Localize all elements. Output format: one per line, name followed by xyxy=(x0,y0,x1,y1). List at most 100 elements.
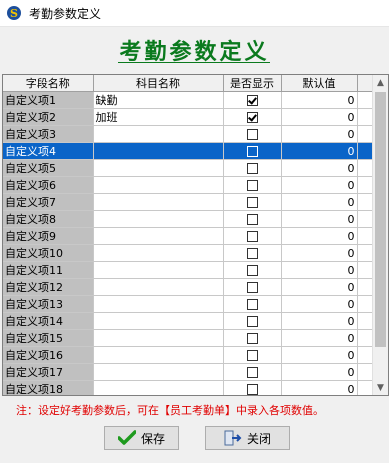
show-checkbox[interactable] xyxy=(246,112,258,123)
default-value-cell[interactable]: 0 xyxy=(281,295,358,313)
subject-name-cell[interactable] xyxy=(93,312,224,330)
grid-row[interactable]: 自定义项5 0 xyxy=(3,159,374,177)
default-value-cell[interactable]: 0 xyxy=(281,227,358,245)
scroll-down-arrow-icon[interactable]: ▼ xyxy=(373,380,388,395)
subject-name-cell[interactable]: 加班 xyxy=(93,108,224,126)
subject-name-cell[interactable] xyxy=(93,346,224,364)
subject-name-cell[interactable] xyxy=(93,363,224,381)
show-cell xyxy=(223,125,282,143)
grid-row[interactable]: 自定义项8 0 xyxy=(3,210,374,228)
grid-row[interactable]: 自定义项9 0 xyxy=(3,227,374,245)
grid-row[interactable]: 自定义项15 0 xyxy=(3,329,374,347)
show-checkbox[interactable] xyxy=(246,316,258,327)
grid-row[interactable]: 自定义项14 0 xyxy=(3,312,374,330)
subject-name-cell[interactable] xyxy=(93,125,224,143)
default-value-cell[interactable]: 0 xyxy=(281,278,358,296)
default-value-cell[interactable]: 0 xyxy=(281,380,358,395)
grid-row[interactable]: 自定义项18 0 xyxy=(3,380,374,395)
show-checkbox[interactable] xyxy=(246,265,258,276)
grid-row[interactable]: 自定义项12 0 xyxy=(3,278,374,296)
show-checkbox[interactable] xyxy=(246,95,258,106)
grid-row[interactable]: 自定义项17 0 xyxy=(3,363,374,381)
field-name-cell: 自定义项17 xyxy=(3,363,94,381)
show-checkbox[interactable] xyxy=(246,350,258,361)
vertical-scrollbar[interactable]: ▲ ▼ xyxy=(372,75,388,395)
show-checkbox[interactable] xyxy=(246,197,258,208)
row-filler-cell xyxy=(357,329,374,347)
default-value-cell[interactable]: 0 xyxy=(281,363,358,381)
show-checkbox[interactable] xyxy=(246,146,258,157)
show-checkbox[interactable] xyxy=(246,367,258,378)
default-value-cell[interactable]: 0 xyxy=(281,312,358,330)
field-name-cell: 自定义项1 xyxy=(3,91,94,109)
row-filler-cell xyxy=(357,210,374,228)
subject-name-cell[interactable] xyxy=(93,261,224,279)
subject-name-cell[interactable] xyxy=(93,227,224,245)
scroll-up-arrow-icon[interactable]: ▲ xyxy=(373,75,388,90)
subject-name-cell[interactable] xyxy=(93,295,224,313)
subject-name-cell[interactable] xyxy=(93,176,224,194)
subject-name-cell[interactable] xyxy=(93,193,224,211)
grid-row[interactable]: 自定义项1 缺勤 0 xyxy=(3,91,374,109)
default-value-cell[interactable]: 0 xyxy=(281,142,358,160)
grid-row[interactable]: 自定义项3 0 xyxy=(3,125,374,143)
default-value-cell[interactable]: 0 xyxy=(281,261,358,279)
grid-row[interactable]: 自定义项4 0 xyxy=(3,142,374,160)
column-header-subject[interactable]: 科目名称 xyxy=(93,75,224,92)
default-value-cell[interactable]: 0 xyxy=(281,176,358,194)
grid-row[interactable]: 自定义项6 0 xyxy=(3,176,374,194)
show-checkbox[interactable] xyxy=(246,384,258,395)
show-checkbox[interactable] xyxy=(246,333,258,344)
grid-row[interactable]: 自定义项16 0 xyxy=(3,346,374,364)
subject-name-cell[interactable] xyxy=(93,244,224,262)
show-checkbox[interactable] xyxy=(246,299,258,310)
grid-row[interactable]: 自定义项7 0 xyxy=(3,193,374,211)
default-value-cell[interactable]: 0 xyxy=(281,193,358,211)
default-value-cell[interactable]: 0 xyxy=(281,346,358,364)
subject-name-cell[interactable]: 缺勤 xyxy=(93,91,224,109)
subject-name-cell[interactable] xyxy=(93,210,224,228)
default-value-cell[interactable]: 0 xyxy=(281,159,358,177)
column-header-show[interactable]: 是否显示 xyxy=(223,75,282,92)
subject-name-cell[interactable] xyxy=(93,142,224,160)
field-name-cell: 自定义项8 xyxy=(3,210,94,228)
subject-name-cell[interactable] xyxy=(93,159,224,177)
show-checkbox[interactable] xyxy=(246,231,258,242)
row-filler-cell xyxy=(357,346,374,364)
default-value-cell[interactable]: 0 xyxy=(281,244,358,262)
show-checkbox[interactable] xyxy=(246,248,258,259)
show-cell xyxy=(223,278,282,296)
show-checkbox[interactable] xyxy=(246,282,258,293)
title-underline xyxy=(118,62,270,63)
default-value-cell[interactable]: 0 xyxy=(281,91,358,109)
parameter-grid[interactable]: 字段名称 科目名称 是否显示 默认值 自定义项1 缺勤 0 自定义项2 加班 0 自定义项3… xyxy=(2,74,389,396)
subject-name-cell[interactable] xyxy=(93,380,224,395)
show-checkbox[interactable] xyxy=(246,163,258,174)
default-value-cell[interactable]: 0 xyxy=(281,329,358,347)
column-header-field[interactable]: 字段名称 xyxy=(3,75,94,92)
row-filler-cell xyxy=(357,176,374,194)
show-cell xyxy=(223,261,282,279)
grid-row[interactable]: 自定义项13 0 xyxy=(3,295,374,313)
show-checkbox[interactable] xyxy=(246,129,258,140)
grid-row[interactable]: 自定义项11 0 xyxy=(3,261,374,279)
subject-name-cell[interactable] xyxy=(93,278,224,296)
show-checkbox[interactable] xyxy=(246,180,258,191)
grid-row[interactable]: 自定义项2 加班 0 xyxy=(3,108,374,126)
close-button[interactable]: 关闭 xyxy=(205,426,290,450)
column-header-default[interactable]: 默认值 xyxy=(281,75,358,92)
default-value-cell[interactable]: 0 xyxy=(281,108,358,126)
save-button[interactable]: 保存 xyxy=(104,426,179,450)
scroll-thumb[interactable] xyxy=(375,92,386,347)
window-title: 考勤参数定义 xyxy=(29,6,102,21)
default-value-cell[interactable]: 0 xyxy=(281,210,358,228)
grid-row[interactable]: 自定义项10 0 xyxy=(3,244,374,262)
row-filler-cell xyxy=(357,363,374,381)
show-checkbox[interactable] xyxy=(246,214,258,225)
field-name-cell: 自定义项12 xyxy=(3,278,94,296)
field-name-cell: 自定义项5 xyxy=(3,159,94,177)
default-value-cell[interactable]: 0 xyxy=(281,125,358,143)
subject-name-cell[interactable] xyxy=(93,329,224,347)
app-s-icon: S xyxy=(5,4,23,22)
row-filler-cell xyxy=(357,261,374,279)
